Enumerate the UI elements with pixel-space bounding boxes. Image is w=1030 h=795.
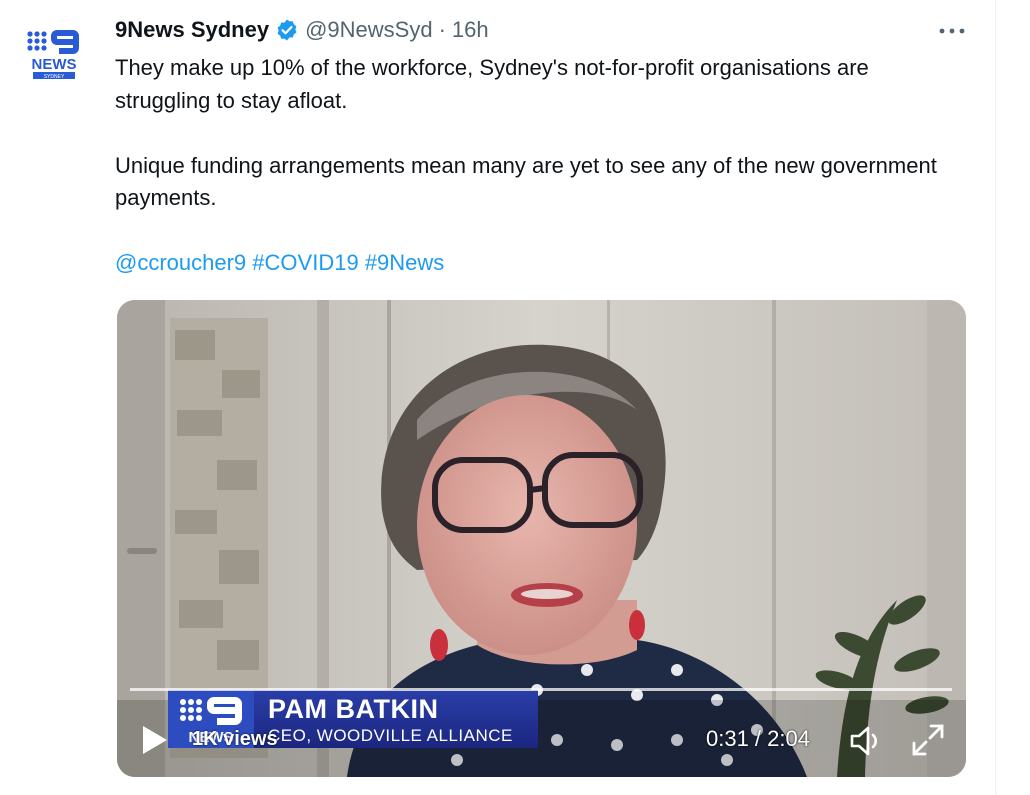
avatar[interactable]: NEWS SYDNEY xyxy=(15,14,93,92)
view-count: 1K views xyxy=(192,728,278,750)
tweet-tags: @ccroucher9 #COVID19 #9News xyxy=(115,247,965,280)
play-icon[interactable] xyxy=(139,724,169,756)
fullscreen-icon[interactable] xyxy=(910,722,946,758)
author-handle[interactable]: @9NewsSyd xyxy=(305,17,433,43)
hashtag-link[interactable]: #9News xyxy=(365,250,444,275)
video-timecode: 0:31 / 2:04 xyxy=(706,726,810,751)
tweet[interactable]: NEWS SYDNEY 9News Sydney @9NewsSyd · 16h… xyxy=(0,0,996,795)
tweet-paragraph: They make up 10% of the workforce, Sydne… xyxy=(115,55,869,113)
verified-badge-icon xyxy=(275,18,299,42)
lower-third-text: PAM BATKIN CEO, WOODVILLE ALLIANCE xyxy=(254,690,538,748)
tweet-header: 9News Sydney @9NewsSyd · 16h xyxy=(115,14,489,46)
progress-bar[interactable] xyxy=(130,688,952,691)
tweet-paragraph: Unique funding arrangements mean many ar… xyxy=(115,152,937,211)
svg-text:NEWS: NEWS xyxy=(32,56,77,73)
volume-icon[interactable] xyxy=(849,725,885,757)
timestamp[interactable]: 16h xyxy=(452,17,489,43)
speaker-name: PAM BATKIN xyxy=(268,694,439,724)
mention-link[interactable]: @ccroucher9 xyxy=(115,250,246,275)
more-icon[interactable] xyxy=(935,18,969,44)
separator: · xyxy=(438,17,446,42)
svg-text:SYDNEY: SYDNEY xyxy=(44,74,65,80)
hashtag-link[interactable]: #COVID19 xyxy=(252,250,358,275)
tweet-text: They make up 10% of the workforce, Sydne… xyxy=(115,52,965,280)
author-name[interactable]: 9News Sydney xyxy=(115,17,269,43)
9news-logo: NEWS SYDNEY xyxy=(15,14,93,92)
speaker-title: CEO, WOODVILLE ALLIANCE xyxy=(268,726,513,745)
